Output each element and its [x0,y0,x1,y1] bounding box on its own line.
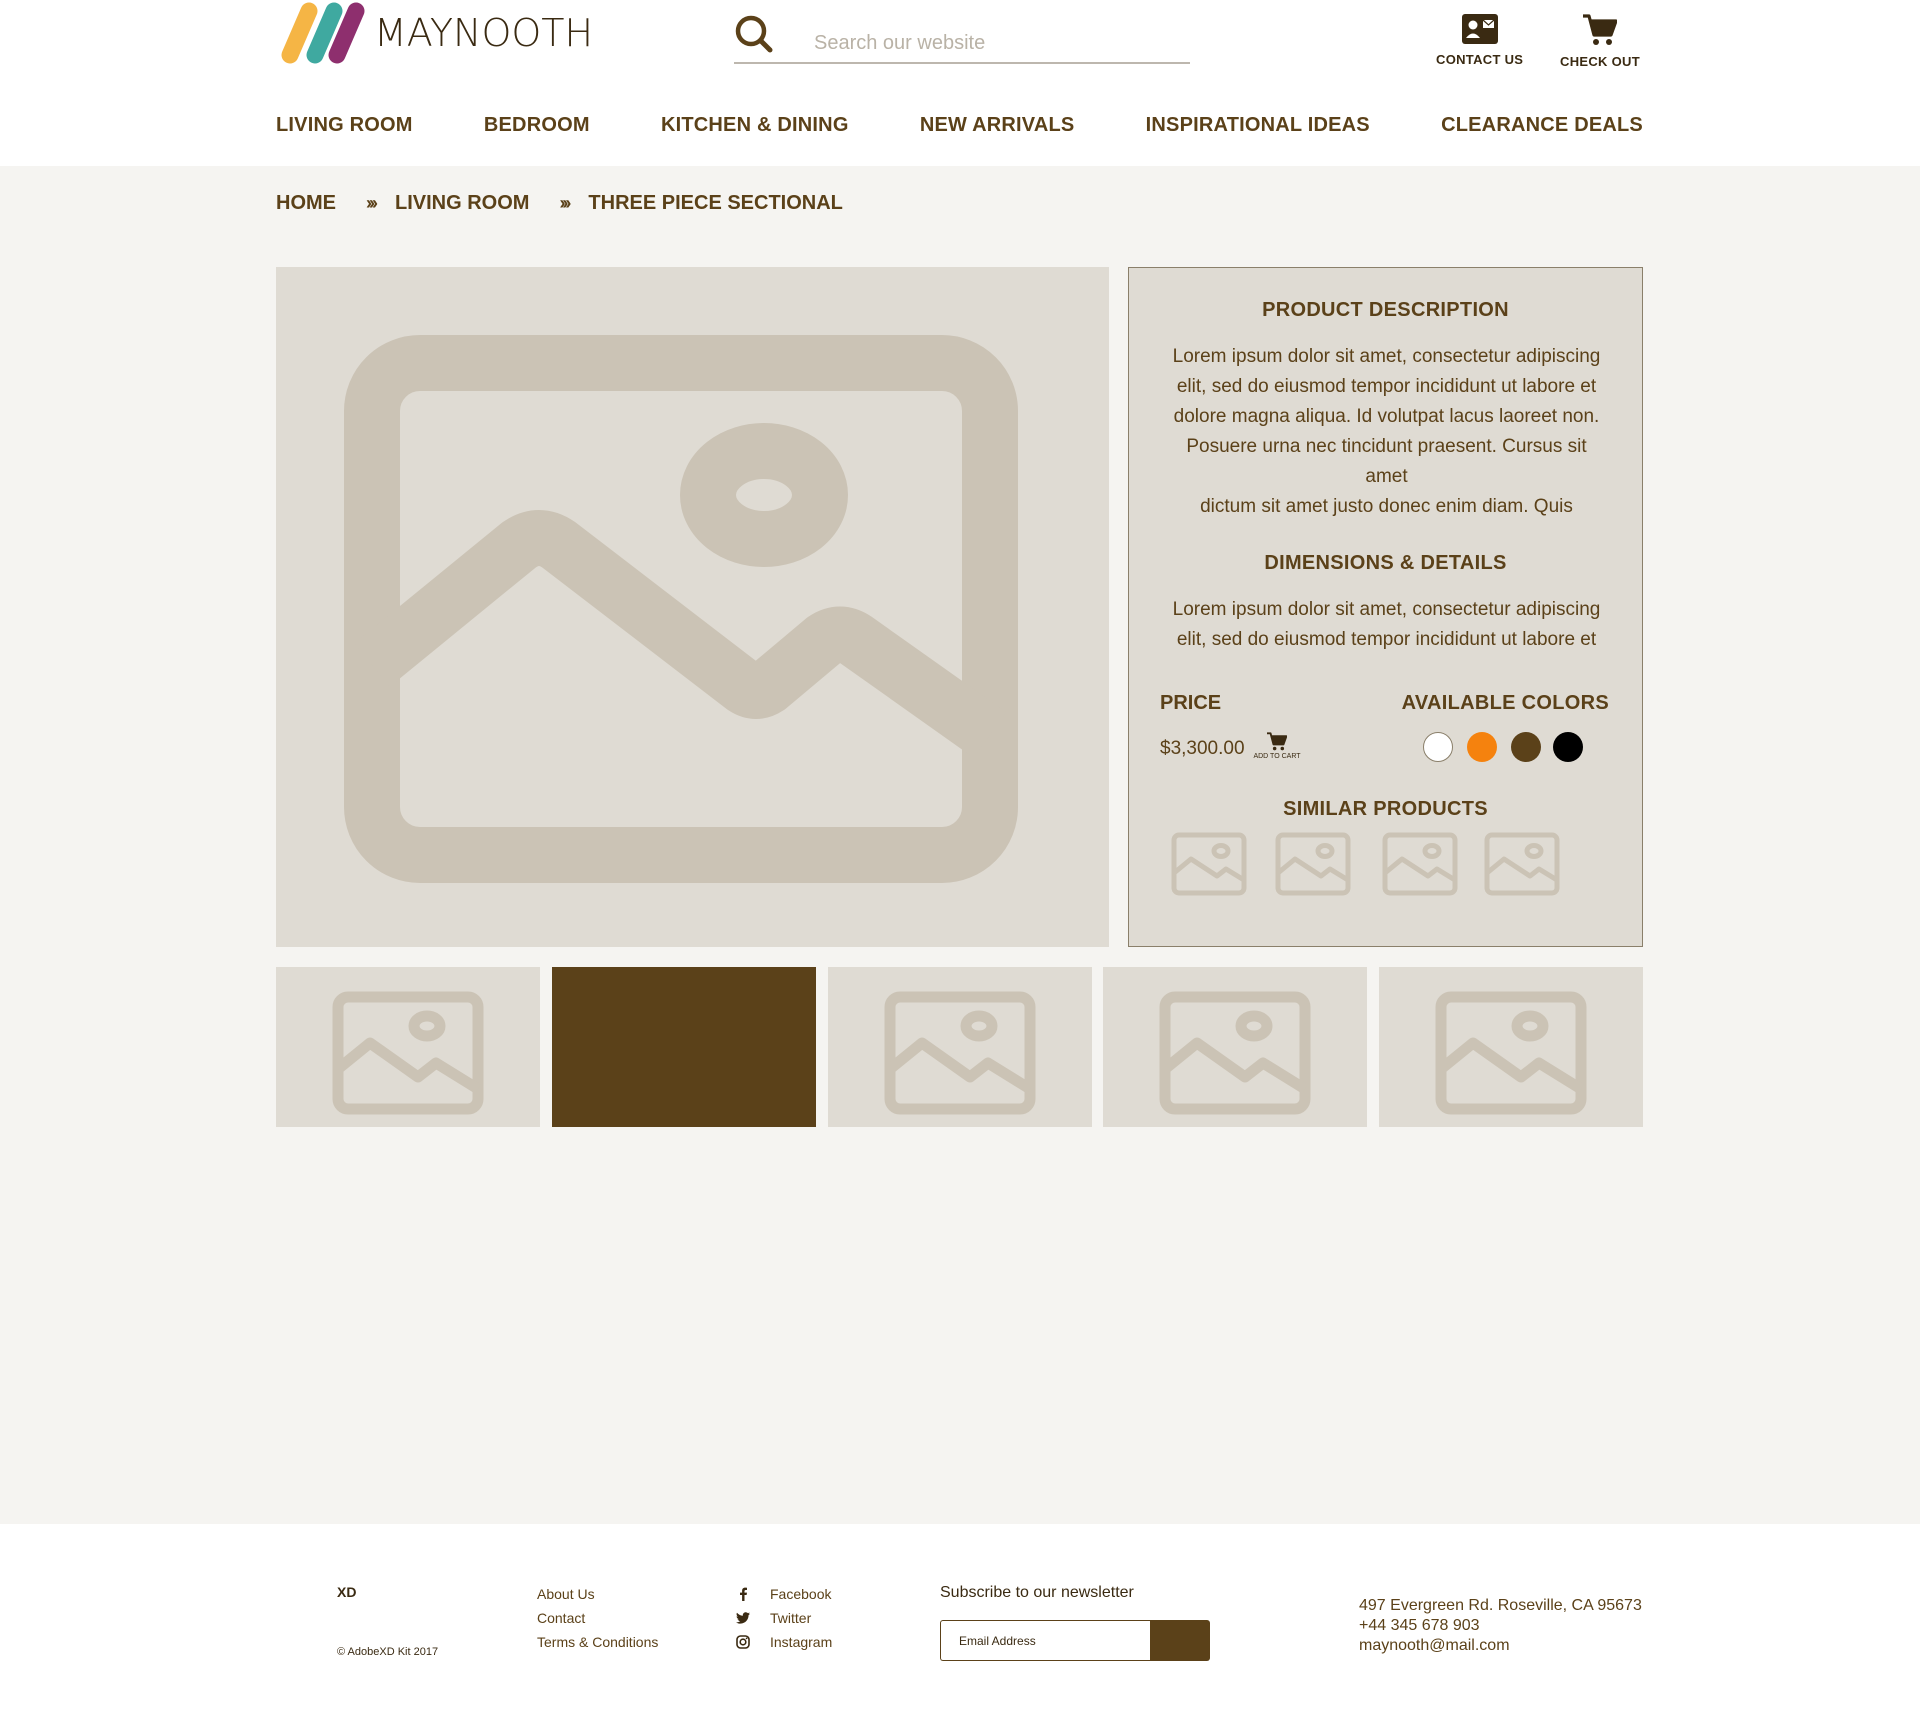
footer-social: Facebook Twitter Instagram [736,1582,832,1654]
product-details-panel: PRODUCT DESCRIPTION Lorem ipsum dolor si… [1128,267,1643,947]
nav-item-new-arrivals[interactable]: NEW ARRIVALS [920,114,1075,137]
description-line: amet [1365,466,1408,487]
nav-item-living-room[interactable]: LIVING ROOM [276,114,413,137]
dimensions-title: DIMENSIONS & DETAILS [1264,552,1507,574]
nav-item-inspirational-ideas[interactable]: INSPIRATIONAL IDEAS [1146,114,1370,137]
site-header: MAYNOOTH CONTACT US CHECK OUT LIVING ROO… [0,0,1920,166]
contact-us-button[interactable]: CONTACT US [1436,14,1523,67]
breadcrumb-current: THREE PIECE SECTIONAL [588,192,843,214]
search-bar [734,12,1190,64]
description-line: Posuere urna nec tincidunt praesent. Cur… [1186,436,1587,457]
available-colors-label: AVAILABLE COLORS [1401,692,1609,714]
similar-product-4[interactable] [1484,832,1560,896]
color-swatch-brown[interactable] [1511,732,1541,762]
add-to-cart-button[interactable]: ADD TO CART [1251,732,1303,760]
site-footer: XD © AdobeXD Kit 2017 About Us Contact T… [0,1524,1920,1724]
nav-item-bedroom[interactable]: BEDROOM [484,114,590,137]
nav-item-clearance-deals[interactable]: CLEARANCE DEALS [1441,114,1643,137]
color-swatch-white[interactable] [1423,732,1453,762]
description-line: dolore magna aliqua. Id volutpat lacus l… [1173,406,1600,427]
search-icon[interactable] [734,14,774,54]
footer-contact-info: 497 Evergreen Rd. Roseville, CA 95673 +4… [1359,1596,1642,1656]
footer-email[interactable]: maynooth@mail.com [1359,1636,1642,1656]
check-out-button[interactable]: CHECK OUT [1560,14,1640,69]
image-placeholder-icon [1171,832,1247,896]
cart-icon [1582,14,1617,45]
add-to-cart-label: ADD TO CART [1253,753,1301,760]
price-label: PRICE [1160,692,1222,714]
breadcrumb-home[interactable]: HOME [276,192,336,215]
facebook-icon [736,1587,750,1601]
breadcrumb-separator: ››› [559,193,571,213]
instagram-icon [736,1635,750,1649]
similar-product-2[interactable] [1275,832,1351,896]
product-description-title: PRODUCT DESCRIPTION [1262,299,1509,321]
footer-brand: XD [337,1584,357,1600]
footer-phone: +44 345 678 903 [1359,1617,1480,1634]
thumbnail-2[interactable] [552,967,816,1127]
price-value: $3,300.00 [1160,738,1245,759]
similar-product-1[interactable] [1171,832,1247,896]
logo-text: MAYNOOTH [374,11,594,55]
breadcrumb: HOME ››› LIVING ROOM ››› THREE PIECE SEC… [276,192,843,215]
similar-products-title: SIMILAR PRODUCTS [1283,798,1488,820]
footer-link-about-us[interactable]: About Us [537,1582,658,1606]
social-link-instagram[interactable]: Instagram [736,1630,832,1654]
social-label: Instagram [770,1634,833,1650]
thumbnail-3[interactable] [828,967,1092,1127]
newsletter-submit-button[interactable] [1150,1620,1210,1661]
image-placeholder-icon [1159,991,1311,1115]
footer-address: 497 Evergreen Rd. Roseville, CA 95673 [1359,1597,1642,1614]
footer-links: About Us Contact Terms & Conditions [537,1582,658,1654]
main-content: HOME ››› LIVING ROOM ››› THREE PIECE SEC… [0,166,1920,1524]
image-placeholder-icon [1382,832,1458,896]
logo-mark-icon [281,2,365,64]
thumbnail-5[interactable] [1379,967,1643,1127]
social-label: Facebook [770,1586,832,1602]
thumbnail-4[interactable] [1103,967,1367,1127]
image-placeholder-icon [1275,832,1351,896]
dimensions-text: Lorem ipsum dolor sit amet, consectetur … [1153,595,1620,655]
nav-item-kitchen-dining[interactable]: KITCHEN & DINING [661,114,849,137]
description-line: elit, sed do eiusmod tempor incididunt u… [1176,376,1597,397]
contact-card-icon [1461,14,1498,44]
social-link-twitter[interactable]: Twitter [736,1606,832,1630]
newsletter-email-input[interactable] [940,1620,1150,1661]
contact-us-label: CONTACT US [1436,52,1524,67]
search-input[interactable] [814,28,1174,58]
image-placeholder-icon [344,335,1018,883]
logo[interactable]: MAYNOOTH [276,0,593,66]
color-swatch-black[interactable] [1553,732,1583,762]
image-placeholder-icon [1435,991,1587,1115]
footer-copyright: © AdobeXD Kit 2017 [337,1646,439,1658]
main-nav: LIVING ROOM BEDROOM KITCHEN & DINING NEW… [276,114,1643,137]
similar-product-3[interactable] [1382,832,1458,896]
description-line: Lorem ipsum dolor sit amet, consectetur … [1172,346,1601,367]
image-placeholder-icon [884,991,1036,1115]
product-description-text: Lorem ipsum dolor sit amet, consectetur … [1153,342,1620,522]
breadcrumb-separator: ››› [366,193,378,213]
image-placeholder-icon [332,991,484,1115]
breadcrumb-living-room[interactable]: LIVING ROOM [395,192,529,215]
color-swatch-orange[interactable] [1467,732,1497,762]
cart-icon [1267,732,1287,751]
social-label: Twitter [770,1610,812,1626]
footer-link-terms[interactable]: Terms & Conditions [537,1630,658,1654]
social-link-facebook[interactable]: Facebook [736,1582,832,1606]
newsletter-title: Subscribe to our newsletter [940,1584,1134,1601]
thumbnail-1[interactable] [276,967,540,1127]
image-placeholder-icon [1484,832,1560,896]
description-line: dictum sit amet justo donec enim diam. Q… [1200,496,1573,517]
dimensions-line: elit, sed do eiusmod tempor incididunt u… [1176,629,1597,650]
product-main-image [276,267,1109,947]
twitter-icon [736,1611,750,1625]
footer-link-contact[interactable]: Contact [537,1606,658,1630]
dimensions-line: Lorem ipsum dolor sit amet, consectetur … [1172,599,1601,620]
check-out-label: CHECK OUT [1560,54,1640,69]
